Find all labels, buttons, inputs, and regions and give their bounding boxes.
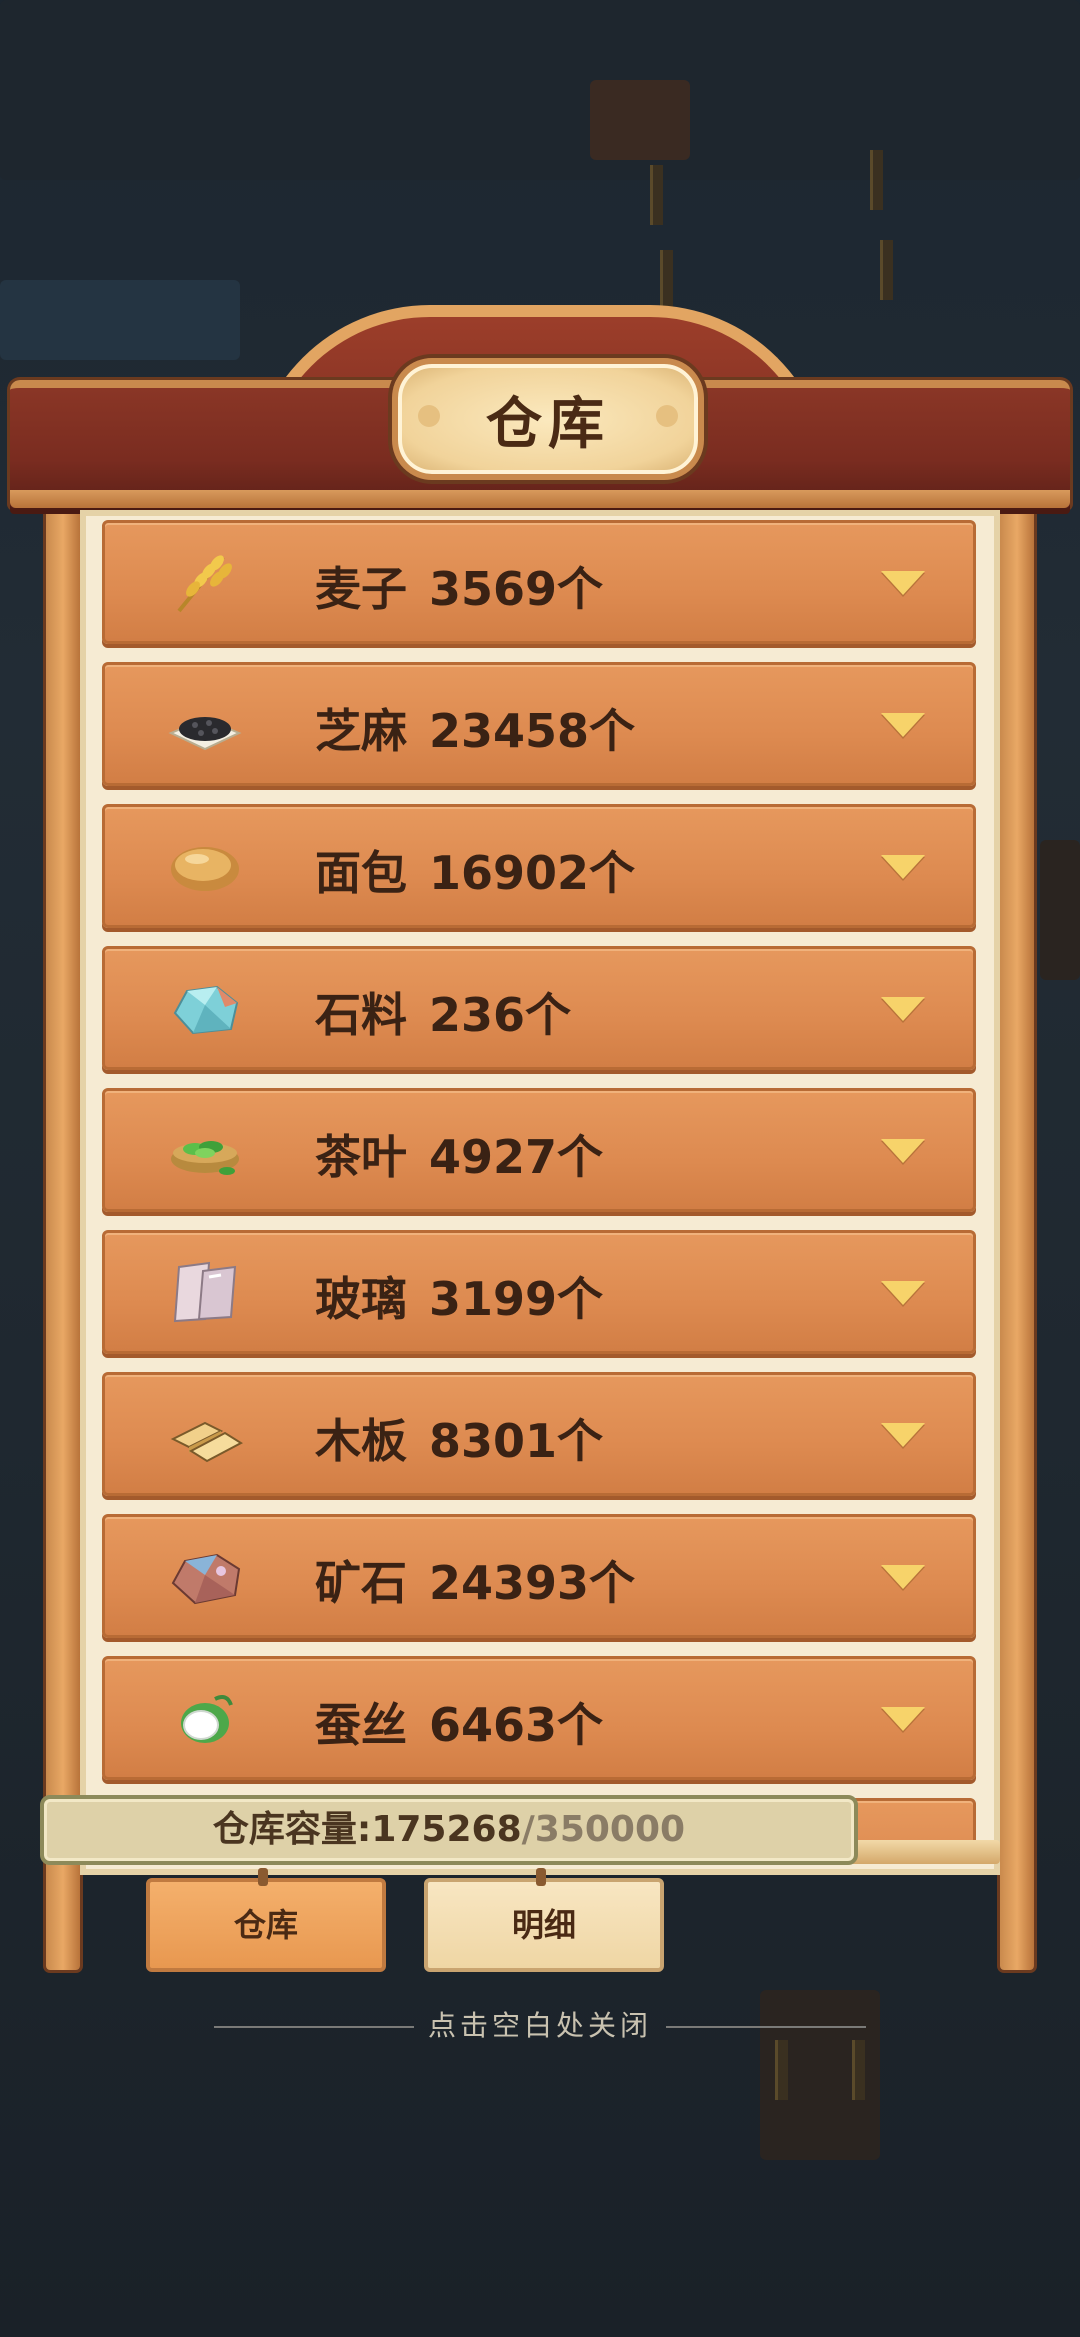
list-item-bread[interactable]: 面包 16902个 bbox=[102, 804, 976, 928]
item-count: 236个 bbox=[429, 988, 572, 1042]
item-label: 玻璃 3199个 bbox=[315, 1263, 603, 1329]
item-count: 6463个 bbox=[429, 1698, 604, 1752]
tab-warehouse[interactable]: 仓库 bbox=[146, 1868, 386, 1972]
item-count: 3569个 bbox=[429, 562, 604, 616]
chevron-down-icon[interactable] bbox=[881, 1281, 925, 1305]
bg-lantern bbox=[660, 250, 673, 310]
capacity-total: /350000 bbox=[521, 1809, 686, 1850]
capacity-bar: 仓库容量:175268/350000 bbox=[40, 1795, 858, 1865]
board-post-right bbox=[1000, 490, 1034, 1970]
item-name: 玻璃 bbox=[315, 1272, 407, 1326]
item-label: 茶叶 4927个 bbox=[315, 1121, 603, 1187]
title-plaque: 仓库 bbox=[392, 358, 704, 480]
plaque-ornament bbox=[418, 405, 440, 427]
item-name: 蚕丝 bbox=[315, 1698, 407, 1752]
sesame-icon bbox=[165, 689, 245, 759]
item-name: 石料 bbox=[315, 988, 407, 1042]
chevron-down-icon[interactable] bbox=[881, 855, 925, 879]
bg-lantern bbox=[852, 2040, 865, 2100]
silk-icon bbox=[165, 1683, 245, 1753]
item-label: 蚕丝 6463个 bbox=[315, 1689, 603, 1755]
wheat-icon bbox=[165, 547, 245, 617]
tab-peg bbox=[536, 1868, 546, 1886]
item-count: 8301个 bbox=[429, 1414, 604, 1468]
item-count: 16902个 bbox=[429, 846, 636, 900]
item-label: 石料 236个 bbox=[315, 979, 571, 1045]
chevron-down-icon[interactable] bbox=[881, 997, 925, 1021]
item-label: 芝麻 23458个 bbox=[315, 695, 635, 761]
list-item-tea[interactable]: 茶叶 4927个 bbox=[102, 1088, 976, 1212]
capacity-label: 仓库容量: bbox=[212, 1809, 372, 1850]
board-post-left bbox=[46, 490, 80, 1970]
list-item-sesame[interactable]: 芝麻 23458个 bbox=[102, 662, 976, 786]
item-count: 24393个 bbox=[429, 1556, 636, 1610]
bg-river bbox=[0, 280, 240, 360]
item-label: 木板 8301个 bbox=[315, 1405, 603, 1471]
bg-lamp-post bbox=[1040, 840, 1080, 980]
chevron-down-icon[interactable] bbox=[881, 1139, 925, 1163]
close-hint-text: 点击空白处关闭 bbox=[427, 2009, 652, 2042]
item-name: 麦子 bbox=[315, 562, 407, 616]
item-label: 矿石 24393个 bbox=[315, 1547, 635, 1613]
tab-details[interactable]: 明细 bbox=[424, 1868, 664, 1972]
tab-details-label: 明细 bbox=[511, 1906, 576, 1944]
divider-line bbox=[213, 2026, 414, 2028]
ore-icon bbox=[165, 1541, 245, 1611]
bg-street-top bbox=[0, 0, 1080, 180]
item-name: 芝麻 bbox=[315, 704, 407, 758]
list-item-glass[interactable]: 玻璃 3199个 bbox=[102, 1230, 976, 1354]
list-item-wheat[interactable]: 麦子 3569个 bbox=[102, 520, 976, 644]
divider-line bbox=[666, 2026, 866, 2028]
list-item-silk[interactable]: 蚕丝 6463个 bbox=[102, 1656, 976, 1780]
list-item-stone[interactable]: 石料 236个 bbox=[102, 946, 976, 1070]
chevron-down-icon[interactable] bbox=[881, 1423, 925, 1447]
item-name: 矿石 bbox=[315, 1556, 407, 1610]
page-title: 仓库 bbox=[486, 391, 610, 457]
list-item-ore[interactable]: 矿石 24393个 bbox=[102, 1514, 976, 1638]
item-name: 面包 bbox=[315, 846, 407, 900]
chevron-down-icon[interactable] bbox=[881, 1565, 925, 1589]
stone-icon bbox=[165, 973, 245, 1043]
chevron-down-icon[interactable] bbox=[881, 713, 925, 737]
item-name: 木板 bbox=[315, 1414, 407, 1468]
bg-lantern bbox=[650, 165, 663, 225]
plank-icon bbox=[165, 1399, 245, 1469]
chevron-down-icon[interactable] bbox=[881, 1707, 925, 1731]
chevron-down-icon[interactable] bbox=[881, 571, 925, 595]
glass-icon bbox=[165, 1257, 245, 1327]
plaque-ornament bbox=[656, 405, 678, 427]
bg-lantern bbox=[870, 150, 883, 210]
bread-icon bbox=[165, 831, 245, 901]
tab-warehouse-label: 仓库 bbox=[233, 1906, 298, 1944]
close-hint: 点击空白处关闭 bbox=[190, 2004, 890, 2044]
capacity-used: 175268 bbox=[371, 1809, 522, 1850]
list-item-plank[interactable]: 木板 8301个 bbox=[102, 1372, 976, 1496]
tea-icon bbox=[165, 1115, 245, 1185]
bg-building bbox=[590, 80, 690, 160]
item-count: 4927个 bbox=[429, 1130, 604, 1184]
bg-lantern bbox=[880, 240, 893, 300]
item-count: 23458个 bbox=[429, 704, 636, 758]
bg-lantern bbox=[775, 2040, 788, 2100]
tab-peg bbox=[258, 1868, 268, 1886]
item-label: 面包 16902个 bbox=[315, 837, 635, 903]
item-name: 茶叶 bbox=[315, 1130, 407, 1184]
roof-trim bbox=[10, 490, 1070, 508]
item-label: 麦子 3569个 bbox=[315, 553, 603, 619]
item-list[interactable]: 麦子 3569个 芝麻 23458个 面包 16902个 石料 236个 茶叶 … bbox=[102, 520, 976, 1840]
item-count: 3199个 bbox=[429, 1272, 604, 1326]
